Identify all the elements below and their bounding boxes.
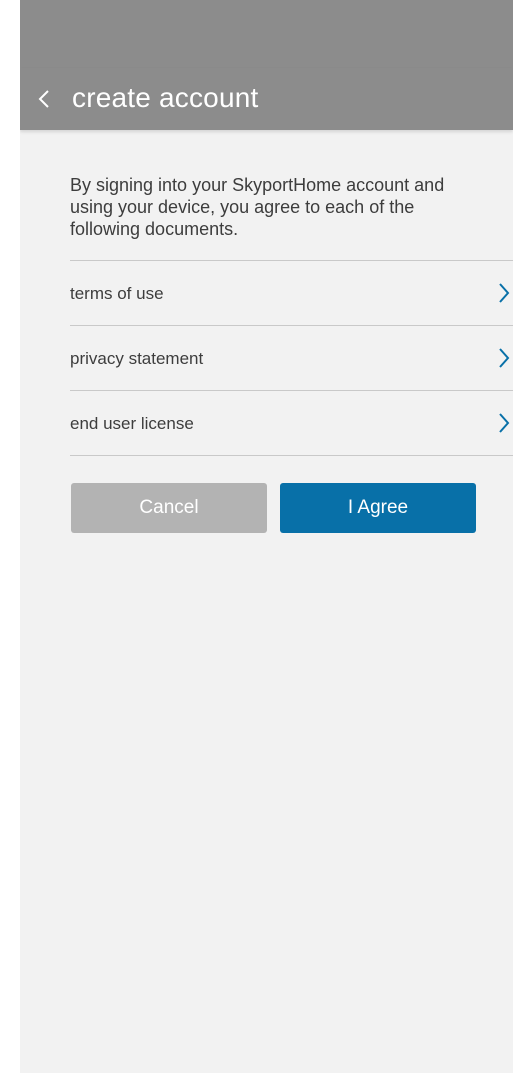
page-title: create account bbox=[72, 82, 259, 113]
privacy-statement-item[interactable]: privacy statement bbox=[70, 326, 513, 391]
agree-button[interactable]: I Agree bbox=[280, 483, 476, 533]
terms-of-use-label: terms of use bbox=[70, 284, 164, 303]
app-screen: create account By signing into your Skyp… bbox=[20, 0, 513, 1073]
chevron-right-icon bbox=[497, 411, 511, 435]
back-button[interactable] bbox=[34, 84, 58, 114]
chevron-left-icon bbox=[34, 84, 58, 114]
status-bar bbox=[20, 0, 513, 68]
intro-text: By signing into your SkyportHome account… bbox=[70, 175, 445, 239]
document-list: terms of use privacy statement end user … bbox=[70, 260, 513, 456]
app-bar: create account bbox=[20, 68, 513, 130]
terms-of-use-item[interactable]: terms of use bbox=[70, 261, 513, 326]
chevron-right-icon bbox=[497, 346, 511, 370]
cancel-button[interactable]: Cancel bbox=[71, 483, 267, 533]
chevron-right-icon bbox=[497, 281, 511, 305]
privacy-statement-label: privacy statement bbox=[70, 349, 204, 368]
end-user-license-label: end user license bbox=[70, 414, 194, 433]
end-user-license-item[interactable]: end user license bbox=[70, 391, 513, 456]
